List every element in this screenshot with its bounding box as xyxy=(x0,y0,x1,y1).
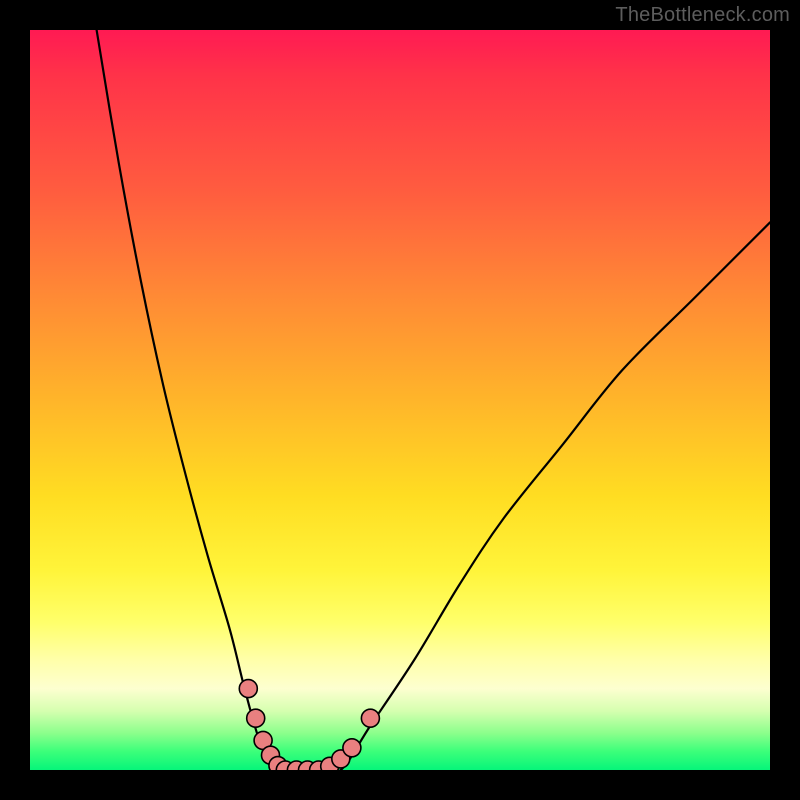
plot-area xyxy=(30,30,770,770)
marker-dot xyxy=(239,680,257,698)
watermark-text: TheBottleneck.com xyxy=(615,4,790,27)
marker-dot xyxy=(247,709,265,727)
marker-dot xyxy=(361,709,379,727)
valley-markers xyxy=(30,30,770,770)
marker-dot xyxy=(343,739,361,757)
chart-frame: TheBottleneck.com xyxy=(0,0,800,800)
